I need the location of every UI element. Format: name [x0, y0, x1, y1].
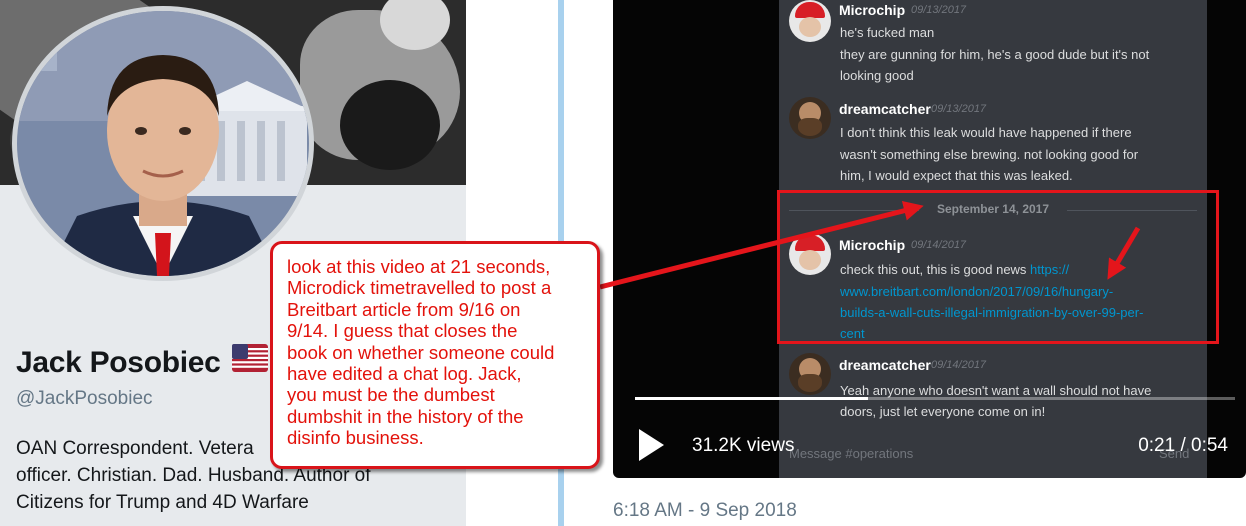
- us-flag-icon: [232, 344, 268, 372]
- annotation-line: look at this video at 21 seconds,: [287, 256, 551, 277]
- annotation-line: dumbshit in the history of the: [287, 405, 524, 427]
- chat-line: doors, just let everyone come on in!: [840, 404, 1046, 419]
- profile-handle[interactable]: @JackPosobiec: [16, 388, 153, 410]
- chat-timestamp: 09/14/2017: [931, 359, 987, 371]
- annotation-line: you must be the dumbest: [287, 384, 495, 406]
- video-view-count: 31.2K views: [692, 435, 795, 456]
- chat-line: Yeah anyone who doesn't want a wall shou…: [840, 383, 1152, 398]
- chat-author: dreamcatcher: [839, 101, 931, 117]
- chat-input-placeholder: Message #operations: [789, 446, 914, 461]
- annotation-line: Microdick timetravelled to post a: [287, 277, 552, 299]
- video-progress-fill: [635, 397, 869, 400]
- bearded-avatar: [789, 97, 831, 139]
- chat-timestamp: 09/13/2017: [931, 103, 987, 115]
- chat-author: dreamcatcher: [839, 357, 931, 373]
- video-progress-bar[interactable]: [635, 397, 1235, 400]
- annotation-line: disinfo business.: [287, 427, 424, 449]
- chat-line: looking good: [840, 68, 914, 83]
- red-hat-avatar: [789, 0, 831, 42]
- annotation-line: book on whether someone could: [287, 341, 555, 363]
- chat-line: wasn't something else brewing. not looki…: [840, 147, 1139, 162]
- play-icon[interactable]: [636, 427, 666, 463]
- bearded-avatar: [789, 353, 831, 395]
- chat-timestamp: 09/13/2017: [911, 4, 967, 16]
- annotation-callout: look at this video at 21 seconds, Microd…: [270, 241, 600, 469]
- chat-line: he's fucked man: [840, 25, 935, 40]
- profile-display-name: Jack Posobiec: [16, 346, 221, 379]
- video-time-readout: 0:21 / 0:54: [1138, 435, 1228, 456]
- annotation-line: Breitbart article from 9/16 on: [287, 298, 521, 320]
- chat-author: Microchip: [839, 2, 906, 18]
- annotation-line: 9/14. I guess that closes the: [287, 320, 518, 342]
- bio-line: Citizens for Trump and 4D Warfare: [16, 492, 309, 513]
- profile-avatar[interactable]: [12, 6, 314, 281]
- tweet-timestamp[interactable]: 6:18 AM - 9 Sep 2018: [613, 500, 797, 522]
- chat-line: I don't think this leak would have happe…: [840, 125, 1132, 140]
- annotation-line: have edited a chat log. Jack,: [287, 363, 522, 385]
- highlight-box: [777, 190, 1219, 344]
- chat-line: they are gunning for him, he's a good du…: [840, 47, 1150, 62]
- chat-line: him, I would expect that this was leaked…: [840, 168, 1073, 183]
